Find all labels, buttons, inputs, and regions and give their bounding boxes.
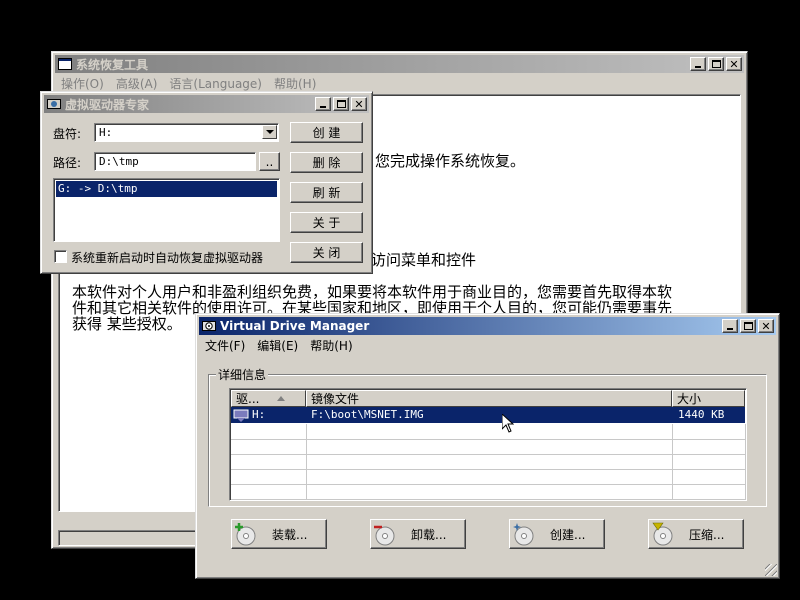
row-drive: H: — [252, 408, 266, 421]
virtual-drive-manager-window: Virtual Drive Manager ✕ 文件(F) 编辑(E) 帮助(H… — [195, 313, 780, 579]
auto-restore-checkbox[interactable] — [54, 250, 67, 263]
mount-button[interactable]: 装载... — [231, 519, 327, 549]
menu-help[interactable]: 帮助(H) — [268, 75, 322, 92]
path-input[interactable]: D:\tmp — [94, 152, 256, 171]
column-header-size-label: 大小 — [677, 392, 702, 406]
drive-app-icon — [47, 99, 61, 109]
minimize-button[interactable] — [690, 57, 706, 71]
recovery-status-bar — [58, 530, 218, 546]
minimize-button[interactable] — [315, 97, 331, 111]
path-label: 路径: — [53, 156, 82, 170]
recovery-titlebar[interactable]: 系统恢复工具 ✕ — [55, 55, 744, 73]
minimize-button[interactable] — [722, 319, 738, 333]
column-header-drive-label: 驱... — [236, 392, 260, 406]
row-size: 1440 KB — [678, 408, 725, 421]
resize-grip[interactable] — [765, 564, 777, 576]
disc-add-icon — [235, 523, 256, 546]
maximize-icon — [711, 60, 721, 68]
maximize-button[interactable] — [708, 57, 724, 71]
vdm-title: Virtual Drive Manager — [220, 319, 370, 333]
details-group-label: 详细信息 — [216, 366, 269, 383]
table-row[interactable]: H: F:\boot\MSNET.IMG 1440 KB — [231, 407, 745, 423]
grid-row-line — [231, 439, 745, 440]
close-icon: ✕ — [729, 57, 739, 71]
unmount-button-label: 卸载... — [411, 527, 447, 542]
maximize-button[interactable] — [333, 97, 349, 111]
browse-button[interactable]: .. — [259, 152, 280, 171]
about-button[interactable]: 关 于 — [290, 212, 363, 233]
grid-row-line — [231, 454, 745, 455]
grid-row-line — [231, 469, 745, 470]
recovery-text-line1: 您完成操作系统恢复。 — [375, 152, 526, 170]
column-header-image-label: 镜像文件 — [311, 392, 360, 406]
create-button[interactable]: 创 建 — [290, 122, 363, 143]
window-app-icon — [58, 58, 72, 70]
menu-language[interactable]: 语言(Language) — [163, 75, 268, 92]
menu-file[interactable]: 文件(F) — [199, 337, 251, 354]
grid-col-line — [745, 424, 746, 500]
maximize-icon — [336, 100, 346, 108]
auto-restore-label[interactable]: 系统重新启动时自动恢复虚拟驱动器 — [71, 249, 263, 266]
menu-advanced[interactable]: 高级(A) — [110, 75, 164, 92]
expert-title: 虚拟驱动器专家 — [65, 97, 150, 112]
disc-app-icon — [202, 321, 216, 331]
minimize-icon — [695, 66, 701, 68]
grid-row-line — [231, 484, 745, 485]
close-button[interactable]: ✕ — [758, 319, 774, 333]
disc-compress-icon — [652, 522, 673, 546]
unmount-button[interactable]: 卸载... — [370, 519, 466, 549]
minimize-icon — [320, 106, 326, 108]
column-header-drive[interactable]: 驱... — [231, 390, 306, 407]
recovery-para-line3: 获得 某些授权。 — [72, 315, 182, 333]
drive-letter-value: H: — [99, 126, 113, 139]
grid-col-line — [306, 424, 307, 500]
create-image-button-label: 创建... — [550, 527, 586, 542]
mapping-list[interactable]: G: -> D:\tmp — [53, 178, 280, 242]
delete-button[interactable]: 删 除 — [290, 152, 363, 173]
drive-icon — [233, 409, 249, 422]
disc-create-icon — [513, 523, 534, 546]
menu-help[interactable]: 帮助(H) — [304, 337, 358, 354]
close-icon: ✕ — [761, 319, 771, 333]
grid-col-line — [672, 424, 673, 500]
path-value: D:\tmp — [99, 155, 139, 168]
drive-table[interactable]: 驱... 镜像文件 大小 H: F:\boot\MSNET.IMG 1440 K… — [229, 388, 747, 501]
drive-letter-combobox[interactable]: H: — [94, 123, 279, 142]
close-button[interactable]: ✕ — [726, 57, 742, 71]
vdm-menubar: 文件(F) 编辑(E) 帮助(H) — [199, 336, 776, 354]
recovery-menubar: 操作(O) 高级(A) 语言(Language) 帮助(H) — [55, 74, 744, 92]
compress-button[interactable]: 压缩... — [648, 519, 744, 549]
grid-row-line — [231, 499, 745, 500]
close-icon: ✕ — [354, 97, 364, 111]
sort-up-icon — [277, 396, 286, 401]
close-button[interactable]: ✕ — [351, 97, 367, 111]
maximize-icon — [743, 322, 753, 330]
combobox-dropdown-button[interactable] — [262, 125, 277, 139]
chevron-down-icon — [265, 130, 274, 134]
refresh-button[interactable]: 刷 新 — [290, 182, 363, 203]
expert-titlebar[interactable]: 虚拟驱动器专家 ✕ — [44, 95, 369, 113]
menu-edit[interactable]: 编辑(E) — [251, 337, 304, 354]
virtual-drive-expert-window: 虚拟驱动器专家 ✕ 盘符: H: 路径: D:\tmp .. G: -> D:\… — [40, 91, 373, 274]
compress-button-label: 压缩... — [689, 527, 725, 542]
column-header-image[interactable]: 镜像文件 — [306, 390, 672, 407]
close-dialog-button[interactable]: 关 闭 — [290, 242, 363, 263]
row-image: F:\boot\MSNET.IMG — [311, 408, 424, 421]
drive-letter-label: 盘符: — [53, 127, 82, 141]
disc-remove-icon — [374, 525, 395, 546]
minimize-icon — [727, 328, 733, 330]
vdm-titlebar[interactable]: Virtual Drive Manager ✕ — [199, 317, 776, 335]
menu-operation[interactable]: 操作(O) — [55, 75, 110, 92]
mount-button-label: 装载... — [272, 527, 308, 542]
recovery-title: 系统恢复工具 — [76, 57, 149, 72]
mouse-cursor-icon — [502, 414, 514, 433]
list-item[interactable]: G: -> D:\tmp — [56, 181, 277, 197]
recovery-text-line2: 访问菜单和控件 — [371, 251, 477, 269]
create-image-button[interactable]: 创建... — [509, 519, 605, 549]
empty-grid — [231, 424, 746, 500]
maximize-button[interactable] — [740, 319, 756, 333]
column-header-size[interactable]: 大小 — [672, 390, 745, 407]
